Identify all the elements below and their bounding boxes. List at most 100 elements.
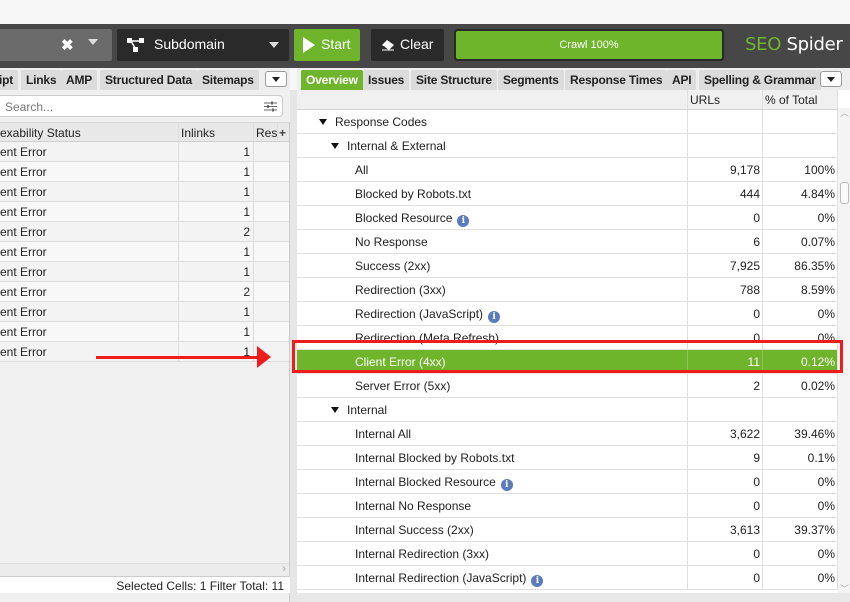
urls-cell: 3,613: [729, 523, 760, 537]
urls-cell: 0: [753, 307, 760, 321]
table-row[interactable]: ent Error 1: [0, 162, 290, 182]
search-input[interactable]: Search...: [0, 95, 283, 117]
table-row[interactable]: ent Error 1: [0, 202, 290, 222]
tab-amp[interactable]: AMP: [61, 70, 98, 90]
chevron-right-icon[interactable]: ›: [282, 563, 286, 575]
urls-cell: 0: [753, 331, 760, 345]
start-button[interactable]: Start: [294, 29, 360, 61]
tab-javascript[interactable]: ipt: [0, 70, 19, 90]
left-data-table: exability Status Inlinks Res + ent Error…: [0, 122, 290, 362]
tab-site-structure[interactable]: Site Structure: [411, 70, 497, 90]
table-row[interactable]: Server Error (5xx) 2 0.02%: [297, 374, 838, 398]
table-row[interactable]: Redirection (JavaScript) i 0 0%: [297, 302, 838, 326]
info-icon[interactable]: i: [500, 479, 513, 491]
tab-sitemaps[interactable]: Sitemaps: [197, 70, 259, 90]
expand-triangle-icon[interactable]: [331, 407, 339, 413]
table-row[interactable]: ent Error 1: [0, 322, 290, 342]
column-header-percent-of-total[interactable]: % of Total: [765, 93, 817, 107]
table-row[interactable]: All 9,178 100%: [297, 158, 838, 182]
table-row[interactable]: ent Error 1: [0, 182, 290, 202]
table-row[interactable]: ent Error 1: [0, 302, 290, 322]
left-horizontal-scrollbar[interactable]: ›: [0, 563, 289, 576]
table-row[interactable]: ent Error 1: [0, 342, 290, 362]
expand-triangle-icon[interactable]: [331, 143, 339, 149]
row-label: Internal No Response: [355, 499, 472, 513]
brand-spider: Spider: [781, 34, 843, 55]
table-row[interactable]: Client Error (4xx) 11 0.12%: [297, 350, 838, 374]
table-row[interactable]: ent Error 2: [0, 222, 290, 242]
table-row[interactable]: Internal All 3,622 39.46%: [297, 422, 838, 446]
urls-cell: 6: [753, 235, 760, 249]
info-icon[interactable]: i: [531, 575, 544, 587]
right-tabs-overflow-dropdown[interactable]: [820, 71, 842, 87]
inlinks-cell: 1: [243, 145, 250, 159]
overview-table: URLs % of Total Response Codes Internal &…: [297, 90, 838, 590]
indexability-status-cell: ent Error: [0, 225, 47, 239]
scrollbar-thumb[interactable]: [840, 182, 849, 204]
close-icon[interactable]: ✖: [61, 36, 74, 54]
indexability-status-cell: ent Error: [0, 165, 47, 179]
indexability-status-cell: ent Error: [0, 185, 47, 199]
urls-cell: 0: [753, 211, 760, 225]
column-header-response[interactable]: Res: [256, 126, 277, 140]
table-row[interactable]: Blocked by Robots.txt 444 4.84%: [297, 182, 838, 206]
table-row[interactable]: ent Error 1: [0, 242, 290, 262]
tab-segments[interactable]: Segments: [498, 70, 564, 90]
clear-button[interactable]: Clear: [371, 29, 444, 61]
overview-vertical-scrollbar[interactable]: ︿ ﹀: [838, 108, 850, 595]
row-label-container: Internal Redirection (3xx): [355, 547, 489, 561]
tab-issues[interactable]: Issues: [363, 70, 410, 90]
tab-structured-data[interactable]: Structured Data: [100, 70, 198, 90]
tree-group-row[interactable]: Response Codes: [297, 110, 838, 134]
indexability-status-cell: ent Error: [0, 205, 47, 219]
table-row[interactable]: Redirection (Meta Refresh) 0 0%: [297, 326, 838, 350]
crawl-mode-select[interactable]: Subdomain: [117, 29, 289, 61]
table-row[interactable]: ent Error 1: [0, 262, 290, 282]
title-strip: [0, 0, 850, 24]
tab-links[interactable]: Links: [21, 70, 62, 90]
table-row[interactable]: Blocked Resource i 0 0%: [297, 206, 838, 230]
tab-overview[interactable]: Overview: [301, 70, 363, 90]
table-row[interactable]: Internal No Response 0 0%: [297, 494, 838, 518]
table-row[interactable]: Internal Blocked by Robots.txt 9 0.1%: [297, 446, 838, 470]
indexability-status-cell: ent Error: [0, 265, 47, 279]
row-label-container: Response Codes: [319, 115, 427, 129]
row-label: Server Error (5xx): [355, 379, 451, 393]
column-header-inlinks[interactable]: Inlinks: [181, 126, 215, 140]
table-row[interactable]: Internal Blocked Resource i 0 0%: [297, 470, 838, 494]
indexability-status-cell: ent Error: [0, 325, 47, 339]
inlinks-cell: 1: [243, 165, 250, 179]
table-row[interactable]: No Response 6 0.07%: [297, 230, 838, 254]
subdomain-icon: [127, 38, 144, 52]
selection-status: Selected Cells: 1 Filter Total: 11: [116, 579, 284, 593]
tab-spelling-grammar[interactable]: Spelling & Grammar: [699, 70, 821, 90]
table-row[interactable]: ent Error 1: [0, 142, 290, 162]
tree-group-row[interactable]: Internal: [297, 398, 838, 422]
table-row[interactable]: ent Error 2: [0, 282, 290, 302]
panel-splitter[interactable]: [290, 90, 297, 602]
tab-response-times[interactable]: Response Times: [565, 70, 668, 90]
percent-cell: 0%: [817, 211, 835, 225]
info-icon[interactable]: i: [488, 311, 501, 323]
tab-api[interactable]: API: [667, 70, 697, 90]
table-row[interactable]: Internal Redirection (3xx) 0 0%: [297, 542, 838, 566]
urls-cell: 0: [753, 499, 760, 513]
info-icon[interactable]: i: [457, 215, 470, 227]
percent-cell: 39.37%: [794, 523, 835, 537]
chevron-down-icon[interactable]: [88, 39, 98, 45]
table-row[interactable]: Internal Success (2xx) 3,613 39.37%: [297, 518, 838, 542]
filter-settings-icon[interactable]: [264, 101, 277, 112]
table-row[interactable]: Redirection (3xx) 788 8.59%: [297, 278, 838, 302]
column-header-indexability-status[interactable]: exability Status: [0, 126, 81, 140]
url-input[interactable]: ✖: [0, 29, 112, 61]
left-tabs-overflow-dropdown[interactable]: [265, 71, 287, 87]
table-row[interactable]: Success (2xx) 7,925 86.35%: [297, 254, 838, 278]
tree-group-row[interactable]: Internal & External: [297, 134, 838, 158]
chevron-up-icon[interactable]: ︿: [840, 106, 849, 119]
row-label-container: Internal Redirection (JavaScript) i: [355, 571, 544, 587]
add-column-button[interactable]: +: [279, 126, 286, 140]
expand-triangle-icon[interactable]: [319, 119, 327, 125]
table-row[interactable]: Internal Redirection (JavaScript) i 0 0%: [297, 566, 838, 590]
percent-cell: 100%: [804, 163, 835, 177]
column-header-urls[interactable]: URLs: [690, 93, 720, 107]
